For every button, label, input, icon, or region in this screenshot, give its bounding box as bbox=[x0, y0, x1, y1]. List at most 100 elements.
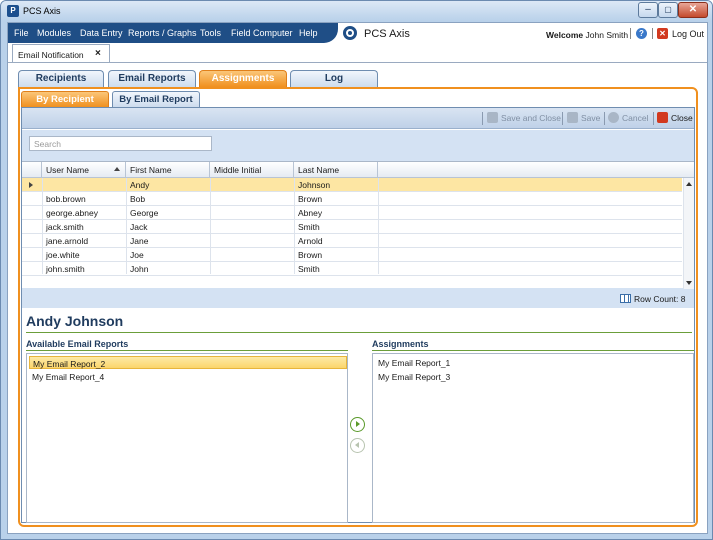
logout-link[interactable]: Log Out bbox=[672, 29, 704, 39]
column-header-last-name[interactable]: Last Name bbox=[294, 162, 378, 178]
window-title: PCS Axis bbox=[23, 6, 61, 16]
app-window: P PCS Axis – ▢ ✕ File Modules Data Entry… bbox=[0, 0, 713, 540]
column-divider bbox=[126, 178, 127, 274]
help-icon[interactable]: ? bbox=[636, 28, 647, 39]
list-item[interactable]: My Email Report_2 bbox=[29, 356, 347, 369]
table-row[interactable]: jack.smith Jack Smith bbox=[22, 220, 682, 234]
table-row[interactable]: jane.arnold Jane Arnold bbox=[22, 234, 682, 248]
assignments-heading: Assignments bbox=[372, 339, 429, 349]
save-button[interactable]: Save bbox=[581, 113, 600, 123]
brand-name: PCS Axis bbox=[364, 28, 410, 40]
available-reports-heading: Available Email Reports bbox=[26, 339, 129, 349]
user-name: John Smith bbox=[585, 30, 629, 40]
table-cell-first: Joe bbox=[130, 250, 144, 260]
save-icon bbox=[567, 112, 578, 123]
column-header-label: User Name bbox=[46, 165, 89, 175]
table-cell-first: Bob bbox=[130, 194, 146, 204]
table-cell-first: Jane bbox=[130, 236, 149, 246]
list-item[interactable]: My Email Report_3 bbox=[375, 370, 693, 383]
assignments-heading-divider bbox=[372, 350, 694, 351]
close-button[interactable]: Close bbox=[671, 113, 693, 123]
doc-tab-divider bbox=[8, 62, 707, 63]
welcome-label: Welcome bbox=[546, 30, 584, 40]
menu-data-entry[interactable]: Data Entry bbox=[80, 28, 123, 38]
separator bbox=[653, 112, 654, 125]
table-cell-last: Arnold bbox=[298, 236, 323, 246]
cancel-icon bbox=[608, 112, 619, 123]
scroll-up-icon[interactable] bbox=[686, 182, 692, 186]
available-reports-list[interactable]: My Email Report_2 My Email Report_4 bbox=[26, 353, 348, 523]
scroll-down-icon[interactable] bbox=[686, 281, 692, 285]
menu-help[interactable]: Help bbox=[299, 28, 318, 38]
table-scrollbar[interactable] bbox=[683, 178, 694, 289]
column-header-middle-initial[interactable]: Middle Initial bbox=[210, 162, 294, 178]
separator bbox=[562, 112, 563, 125]
current-row-indicator-icon bbox=[29, 182, 33, 188]
subtab-by-email-report[interactable]: By Email Report bbox=[112, 91, 200, 107]
search-input[interactable] bbox=[29, 136, 212, 151]
tab-email-reports[interactable]: Email Reports bbox=[108, 70, 196, 87]
save-and-close-button[interactable]: Save and Close bbox=[501, 113, 561, 123]
table-row[interactable]: joe.white Joe Brown bbox=[22, 248, 682, 262]
add-assignment-button[interactable] bbox=[350, 417, 365, 432]
table-row[interactable]: george.abney George Abney bbox=[22, 206, 682, 220]
column-divider bbox=[42, 178, 43, 274]
tab-recipients[interactable]: Recipients bbox=[18, 70, 104, 87]
logout-icon[interactable]: ✕ bbox=[657, 28, 668, 39]
table-cell-user: jane.arnold bbox=[46, 236, 89, 246]
assignments-panel: By Recipient By Email Report Save and Cl… bbox=[18, 87, 698, 527]
sort-ascending-icon bbox=[114, 167, 120, 171]
close-icon bbox=[657, 112, 668, 123]
maximize-button[interactable]: ▢ bbox=[658, 2, 678, 18]
recipient-table: User Name First Name Middle Initial Last… bbox=[22, 161, 694, 289]
separator bbox=[604, 112, 605, 125]
tab-assignments[interactable]: Assignments bbox=[199, 70, 287, 87]
menu-modules[interactable]: Modules bbox=[37, 28, 71, 38]
app-logo-icon: P bbox=[7, 5, 19, 17]
doc-tab-label: Email Notification bbox=[18, 50, 84, 60]
column-divider bbox=[378, 178, 379, 274]
remove-assignment-button[interactable] bbox=[350, 438, 365, 453]
doc-tab-close-icon[interactable]: × bbox=[95, 48, 101, 59]
assigned-reports-list[interactable]: My Email Report_1 My Email Report_3 bbox=[372, 353, 694, 523]
menu-field-computer[interactable]: Field Computer bbox=[231, 28, 293, 38]
selected-recipient-name: Andy Johnson bbox=[26, 313, 124, 329]
table-cell-user: bob.brown bbox=[46, 194, 86, 204]
separator bbox=[630, 28, 631, 39]
window-close-button[interactable]: ✕ bbox=[678, 2, 708, 18]
row-count: Row Count: 8 bbox=[634, 294, 686, 304]
table-cell-first: Andy bbox=[130, 180, 150, 190]
table-cell-last: Smith bbox=[298, 264, 320, 274]
cancel-button[interactable]: Cancel bbox=[622, 113, 648, 123]
table-cell-last: Smith bbox=[298, 222, 320, 232]
by-recipient-panel: Save and Close Save Cancel Close Search … bbox=[21, 107, 695, 523]
list-item[interactable]: My Email Report_1 bbox=[375, 356, 693, 369]
welcome-text: Welcome John Smith bbox=[546, 30, 628, 40]
minimize-button[interactable]: – bbox=[638, 2, 658, 18]
table-row[interactable]: john.smith John Smith bbox=[22, 262, 682, 276]
title-bar[interactable]: P PCS Axis – ▢ ✕ bbox=[1, 1, 712, 21]
menu-tools[interactable]: Tools bbox=[200, 28, 221, 38]
table-cell-user: joe.white bbox=[46, 250, 80, 260]
tab-log[interactable]: Log bbox=[290, 70, 378, 87]
subtab-by-recipient[interactable]: By Recipient bbox=[21, 91, 109, 107]
action-toolbar: Save and Close Save Cancel Close bbox=[22, 108, 694, 129]
table-cell-user: jack.smith bbox=[46, 222, 84, 232]
table-row[interactable]: bob.brown Bob Brown bbox=[22, 192, 682, 206]
table-cell-first: John bbox=[130, 264, 149, 274]
column-header-first-name[interactable]: First Name bbox=[126, 162, 210, 178]
doc-tab-email-notification[interactable]: Email Notification × bbox=[12, 44, 110, 63]
recipient-grid-area: User Name First Name Middle Initial Last… bbox=[22, 130, 694, 308]
menu-bar: File Modules Data Entry Reports / Graphs… bbox=[8, 23, 707, 43]
brand-logo-icon bbox=[343, 26, 357, 40]
available-heading-divider bbox=[26, 350, 348, 351]
list-item[interactable]: My Email Report_4 bbox=[29, 370, 347, 383]
table-cell-first: Jack bbox=[130, 222, 148, 232]
column-header-user-name[interactable]: User Name bbox=[42, 162, 126, 178]
client-area: File Modules Data Entry Reports / Graphs… bbox=[7, 22, 708, 534]
separator bbox=[482, 112, 483, 125]
table-row[interactable]: Andy Johnson bbox=[22, 178, 682, 192]
separator bbox=[652, 28, 653, 39]
menu-reports-graphs[interactable]: Reports / Graphs bbox=[128, 28, 197, 38]
menu-file[interactable]: File bbox=[14, 28, 29, 38]
